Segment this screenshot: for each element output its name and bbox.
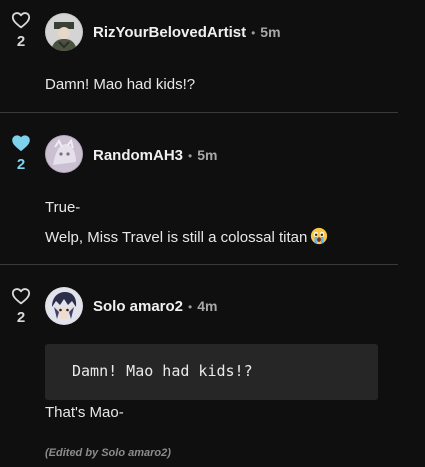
avatar-image xyxy=(45,287,83,325)
separator-dot: • xyxy=(251,26,256,40)
separator-dot: • xyxy=(188,149,193,163)
timestamp: 4m xyxy=(197,298,218,314)
code-block-text: Damn! Mao had kids!? xyxy=(72,362,253,380)
like-button[interactable]: 2 xyxy=(9,11,33,50)
avatar-image xyxy=(45,135,83,173)
heart-outline-icon xyxy=(11,288,31,305)
comment-text: Damn! Mao had kids!? xyxy=(45,76,196,93)
code-block: Damn! Mao had kids!? xyxy=(45,344,378,400)
separator-dot: • xyxy=(188,300,193,314)
edited-note: (Edited by Solo amaro2) xyxy=(45,447,171,459)
crying-face-emoji-icon xyxy=(311,227,328,245)
avatar-image xyxy=(45,13,83,51)
like-button[interactable]: 2 xyxy=(9,287,33,326)
like-count: 2 xyxy=(16,156,26,173)
username[interactable]: Solo amaro2 xyxy=(93,298,183,315)
username[interactable]: RandomAH3 xyxy=(93,147,183,164)
heart-filled-icon xyxy=(12,135,30,151)
like-count: 2 xyxy=(16,309,26,326)
comment-text: That's Mao- xyxy=(45,404,124,421)
timestamp: 5m xyxy=(197,147,218,163)
avatar[interactable] xyxy=(45,135,83,173)
like-count: 2 xyxy=(16,33,26,50)
heart-outline-icon xyxy=(11,12,31,29)
avatar[interactable] xyxy=(45,287,83,325)
like-button[interactable]: 2 xyxy=(9,134,33,173)
comment-header: RandomAH3 • 5m xyxy=(93,147,217,164)
comment-text: True- xyxy=(45,199,81,216)
divider xyxy=(0,112,398,113)
username[interactable]: RizYourBelovedArtist xyxy=(93,24,246,41)
comment-header: Solo amaro2 • 4m xyxy=(93,298,217,315)
divider xyxy=(0,264,398,265)
comment-header: RizYourBelovedArtist • 5m xyxy=(93,24,281,41)
timestamp: 5m xyxy=(260,24,281,40)
comment-text: Welp, Miss Travel is still a colossal ti… xyxy=(45,227,328,246)
comment-text-line: Welp, Miss Travel is still a colossal ti… xyxy=(45,229,308,246)
avatar[interactable] xyxy=(45,13,83,51)
